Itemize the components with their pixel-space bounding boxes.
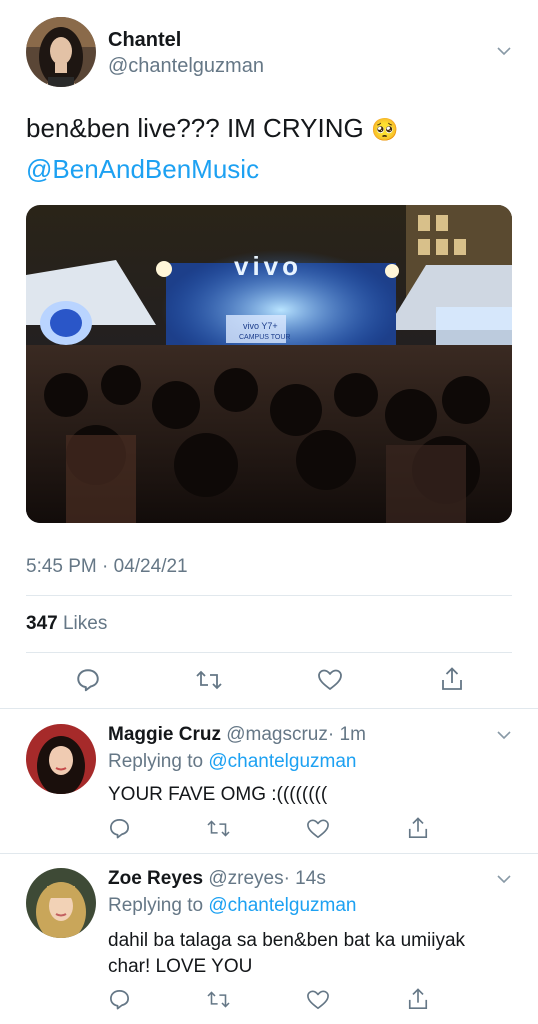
chevron-down-icon[interactable] (496, 43, 512, 59)
tweet-timestamp[interactable]: 5:45 PM · 04/24/21 (26, 556, 188, 578)
heart-icon (318, 669, 342, 690)
display-name[interactable]: Chantel (108, 29, 181, 52)
retweet-button[interactable] (195, 668, 223, 692)
heart-icon (307, 819, 329, 839)
pleading-emoji: 🥺 (370, 117, 399, 142)
avatar-image (26, 17, 96, 87)
share-button[interactable] (440, 666, 464, 692)
reply-display-name[interactable]: Maggie Cruz (108, 724, 221, 745)
reply-handle[interactable]: @zreyes (208, 868, 283, 889)
photo-banner-line2: CAMPUS TOUR (239, 334, 290, 341)
reply-icon (110, 990, 129, 1010)
retweet-icon (207, 991, 230, 1008)
like-button[interactable] (306, 989, 330, 1016)
replying-to-handle[interactable]: @chantelguzman (208, 895, 356, 916)
retweet-button[interactable] (206, 818, 231, 844)
reply-text: dahil ba talaga sa ben&ben bat ka umiiya… (108, 928, 465, 980)
share-button[interactable] (407, 816, 429, 845)
chevron-down-icon[interactable] (496, 727, 512, 743)
replying-to-label: Replying to (108, 895, 204, 916)
like-button[interactable] (306, 818, 330, 845)
reply-header: Zoe Reyes @zreyes· 14s (108, 868, 326, 890)
share-button[interactable] (407, 987, 429, 1016)
share-icon (408, 817, 428, 838)
divider (26, 595, 512, 596)
handle[interactable]: @chantelguzman (108, 55, 264, 78)
retweet-icon (196, 670, 222, 690)
replying-to-line: Replying to @chantelguzman (108, 895, 357, 917)
replying-to-label: Replying to (108, 751, 204, 772)
tweet-text-main: ben&ben live??? IM CRYING (26, 113, 364, 143)
reply-time[interactable]: · 1m (328, 724, 366, 745)
share-icon (408, 988, 428, 1009)
avatar[interactable] (26, 868, 96, 938)
reply-icon (77, 669, 99, 692)
reply-button[interactable] (108, 988, 131, 1016)
share-icon (442, 667, 462, 690)
reply-display-name[interactable]: Zoe Reyes (108, 868, 203, 889)
reply-icon (110, 819, 129, 839)
like-button[interactable] (317, 668, 343, 692)
replying-to-handle[interactable]: @chantelguzman (208, 751, 356, 772)
likes-label: Likes (62, 613, 108, 634)
reply-time[interactable]: · 14s (284, 868, 326, 889)
reply-handle[interactable]: @magscruz (226, 724, 328, 745)
reply-header: Maggie Cruz @magscruz· 1m (108, 724, 366, 746)
concert-photo: vivo Y7+ CAMPUS TOUR vivo (26, 205, 512, 523)
chevron-down-icon[interactable] (496, 871, 512, 887)
avatar[interactable] (26, 17, 96, 87)
reply-text-line: dahil ba talaga sa ben&ben bat ka umiiya… (108, 930, 466, 951)
divider (0, 853, 538, 854)
likes-count: 347 (26, 613, 58, 634)
heart-icon (307, 990, 329, 1010)
mention-link[interactable]: @BenAndBenMusic (26, 152, 259, 186)
retweet-icon (207, 820, 230, 837)
tweet-text: ben&ben live??? IM CRYING 🥺 (26, 111, 398, 147)
divider (0, 708, 538, 709)
tweet-photo[interactable]: vivo Y7+ CAMPUS TOUR vivo (26, 205, 512, 523)
avatar[interactable] (26, 724, 96, 794)
likes-row[interactable]: 347 Likes (26, 613, 107, 635)
avatar-image (26, 724, 96, 794)
reply-text: YOUR FAVE OMG :(((((((( (108, 784, 328, 805)
reply-button[interactable] (75, 667, 101, 693)
photo-stage-logo: vivo (234, 251, 302, 281)
avatar-image (26, 868, 96, 938)
divider (26, 652, 512, 653)
retweet-button[interactable] (206, 989, 231, 1015)
replying-to-line: Replying to @chantelguzman (108, 751, 357, 773)
reply-button[interactable] (108, 817, 131, 845)
photo-banner-line1: vivo Y7+ (243, 321, 278, 331)
reply-text-line: char! LOVE YOU (108, 956, 253, 977)
